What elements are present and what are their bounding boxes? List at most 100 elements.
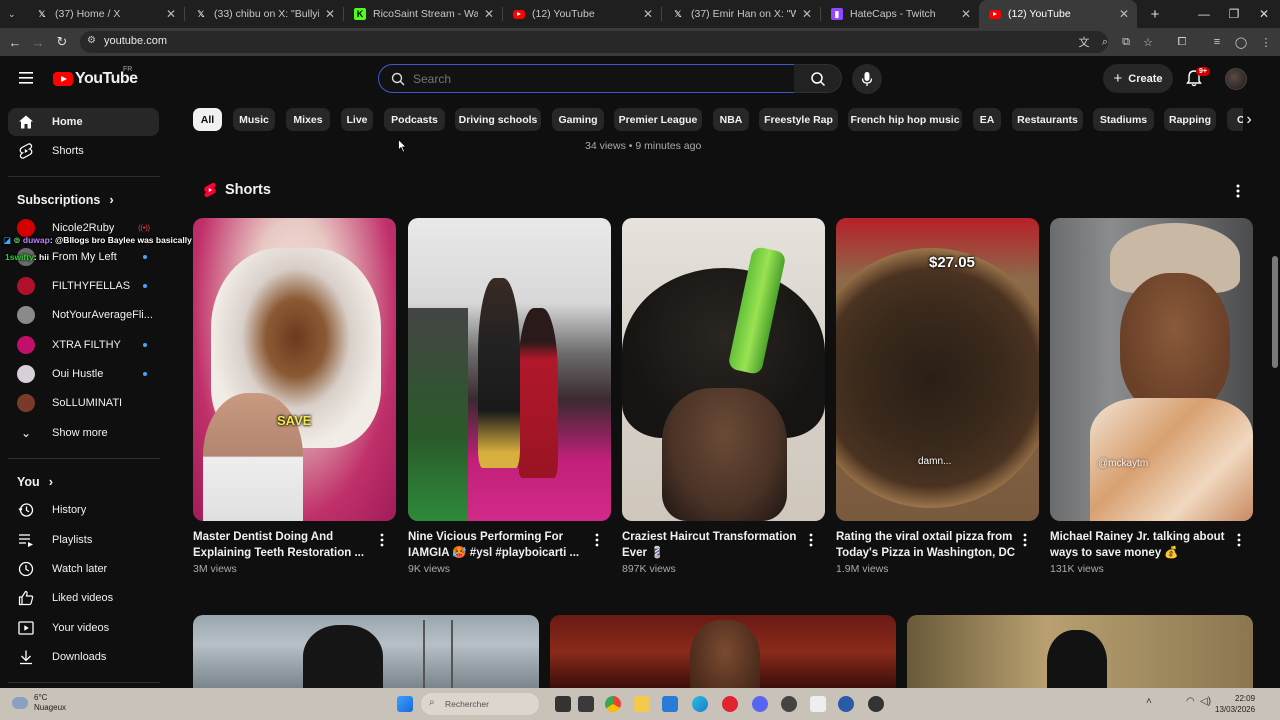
minimize-icon[interactable]: — — [1188, 0, 1220, 28]
app-icon[interactable] — [868, 696, 884, 712]
sidebar-subscription-item[interactable]: FILTHYFELLAS — [8, 272, 159, 300]
browser-tab[interactable]: 𝕏 (33) chibu on X: "Bullying The B ✕ — [185, 0, 343, 28]
close-tab-icon[interactable]: ✕ — [1119, 7, 1129, 21]
folder-icon[interactable] — [634, 696, 650, 712]
subscriptions-heading[interactable]: Subscriptions › — [17, 192, 114, 207]
short-title[interactable]: Rating the viral oxtail pizza from Today… — [836, 529, 1016, 561]
sidebar-subscription-item[interactable]: SoLLUMINATI — [8, 389, 159, 417]
sidebar-subscription-item[interactable]: Oui Hustle — [8, 360, 159, 388]
chip-restaurants[interactable]: Restaurants — [1012, 108, 1083, 131]
extensions-icon[interactable]: ⧠ — [1174, 34, 1190, 50]
more-options-icon[interactable] — [1232, 532, 1246, 548]
sidebar-item-playlists[interactable]: Playlists — [8, 526, 159, 554]
short-card[interactable]: Craziest Haircut Transformation Ever 💈 8… — [622, 218, 825, 578]
sidebar-subscription-item[interactable]: NotYourAverageFli... — [8, 301, 159, 329]
short-thumbnail[interactable] — [408, 218, 611, 521]
restore-icon[interactable]: ❐ — [1218, 0, 1250, 28]
file-explorer-icon[interactable] — [578, 696, 594, 712]
profile-icon[interactable]: ◯ — [1233, 34, 1249, 50]
avatar[interactable] — [1225, 68, 1247, 90]
forward-icon[interactable]: → — [29, 33, 47, 51]
chip-premier-league[interactable]: Premier League — [614, 108, 702, 131]
short-card[interactable]: $27.05 damn... Rating the viral oxtail p… — [836, 218, 1039, 578]
short-title[interactable]: Master Dentist Doing And Explaining Teet… — [193, 529, 373, 561]
site-info-icon[interactable]: ⚙ — [87, 35, 96, 46]
close-tab-icon[interactable]: ✕ — [802, 7, 812, 21]
sidebar-item-downloads[interactable]: Downloads — [8, 643, 159, 671]
media-controls-icon[interactable]: ≡ — [1209, 34, 1225, 50]
address-bar[interactable]: ⚙ youtube.com — [80, 31, 1108, 53]
short-thumbnail[interactable]: $27.05 damn... — [836, 218, 1039, 521]
chip-ea[interactable]: EA — [973, 108, 1001, 131]
close-window-icon[interactable]: ✕ — [1248, 0, 1280, 28]
short-card[interactable]: SAVE Master Dentist Doing And Explaining… — [193, 218, 396, 578]
bookmark-star-icon[interactable]: ☆ — [1140, 34, 1156, 50]
chip-french-hip-hop-music[interactable]: French hip hop music — [848, 108, 962, 131]
sidebar-item-liked-videos[interactable]: Liked videos — [8, 584, 159, 612]
close-tab-icon[interactable]: ✕ — [643, 7, 653, 21]
video-thumbnail[interactable] — [550, 615, 896, 688]
close-tab-icon[interactable]: ✕ — [166, 7, 176, 21]
taskbar-search[interactable]: ⌕ Rechercher — [421, 693, 539, 715]
weather-widget[interactable]: 6°C Nuageux — [12, 693, 66, 713]
more-options-icon[interactable] — [804, 532, 818, 548]
taskbar-clock[interactable]: 22:09 13/03/2026 — [1215, 693, 1255, 715]
tab-list-menu[interactable]: ⌄ — [0, 0, 26, 28]
close-tab-icon[interactable]: ✕ — [484, 7, 494, 21]
short-thumbnail[interactable]: SAVE — [193, 218, 396, 521]
chip-stadiums[interactable]: Stadiums — [1093, 108, 1154, 131]
sidebar-subscription-item[interactable]: XTRA FILTHY — [8, 331, 159, 359]
app-icon[interactable] — [781, 696, 797, 712]
chip-all[interactable]: All — [193, 108, 222, 131]
more-options-icon[interactable] — [590, 532, 604, 548]
short-title[interactable]: Nine Vicious Performing For IAMGIA 🥵 #ys… — [408, 529, 588, 561]
chip-freestyle-rap[interactable]: Freestyle Rap — [759, 108, 838, 131]
chip-nba[interactable]: NBA — [713, 108, 749, 131]
browser-tab[interactable]: (12) YouTube ✕ — [503, 0, 661, 28]
search-box[interactable] — [378, 64, 795, 93]
browser-tab[interactable]: K RicoSaint Stream - Watch Live ✕ — [344, 0, 502, 28]
browser-tab[interactable]: 𝕏 (37) Home / X ✕ — [26, 0, 184, 28]
chip-podcasts[interactable]: Podcasts — [384, 108, 445, 131]
discord-icon[interactable] — [752, 696, 768, 712]
browser-tab[interactable]: ▮ HateCaps - Twitch ✕ — [821, 0, 979, 28]
page-scrollbar-thumb[interactable] — [1272, 256, 1278, 368]
reload-icon[interactable]: ↻ — [53, 33, 71, 51]
chip-live[interactable]: Live — [341, 108, 373, 131]
video-thumbnail[interactable] — [907, 615, 1253, 688]
short-title[interactable]: Michael Rainey Jr. talking about ways to… — [1050, 529, 1230, 561]
browser-menu-icon[interactable]: ⋮ — [1258, 34, 1274, 50]
short-thumbnail[interactable]: @mckaytm — [1050, 218, 1253, 521]
more-options-icon[interactable] — [1230, 183, 1246, 199]
edge-icon[interactable] — [692, 696, 708, 712]
install-app-icon[interactable]: ⧉ — [1118, 34, 1134, 50]
volume-icon[interactable]: ◁) — [1200, 696, 1211, 707]
chip-gaming[interactable]: Gaming — [552, 108, 604, 131]
app-icon[interactable] — [838, 696, 854, 712]
youtube-logo[interactable]: YouTube FR — [53, 66, 138, 88]
store-icon[interactable] — [662, 696, 678, 712]
chip-driving-schools[interactable]: Driving schools — [455, 108, 541, 131]
more-options-icon[interactable] — [1018, 532, 1032, 548]
task-view-icon[interactable] — [555, 696, 571, 712]
tray-chevron-icon[interactable]: ˄ — [1146, 696, 1152, 707]
close-tab-icon[interactable]: ✕ — [961, 7, 971, 21]
search-input[interactable] — [413, 70, 773, 88]
sidebar-item-watch-later[interactable]: Watch later — [8, 555, 159, 583]
sidebar-item-your-videos[interactable]: Your videos — [8, 614, 159, 642]
sidebar-item-history[interactable]: History — [8, 496, 159, 524]
chip-music[interactable]: Music — [233, 108, 275, 131]
short-card[interactable]: Nine Vicious Performing For IAMGIA 🥵 #ys… — [408, 218, 611, 578]
voice-search-button[interactable] — [852, 64, 882, 94]
back-icon[interactable]: ← — [6, 33, 24, 51]
chip-mixes[interactable]: Mixes — [286, 108, 330, 131]
windows-start-icon[interactable] — [397, 696, 413, 712]
chip-scroll-next-button[interactable]: › — [1237, 108, 1261, 132]
show-more-button[interactable]: ⌄ Show more — [8, 419, 159, 447]
you-heading[interactable]: You › — [17, 474, 53, 489]
page-scrollbar-track[interactable] — [1270, 56, 1280, 688]
zoom-icon[interactable]: ⌕ — [1097, 34, 1113, 50]
video-thumbnail[interactable] — [193, 615, 539, 688]
notepad-icon[interactable] — [810, 696, 826, 712]
more-options-icon[interactable] — [375, 532, 389, 548]
